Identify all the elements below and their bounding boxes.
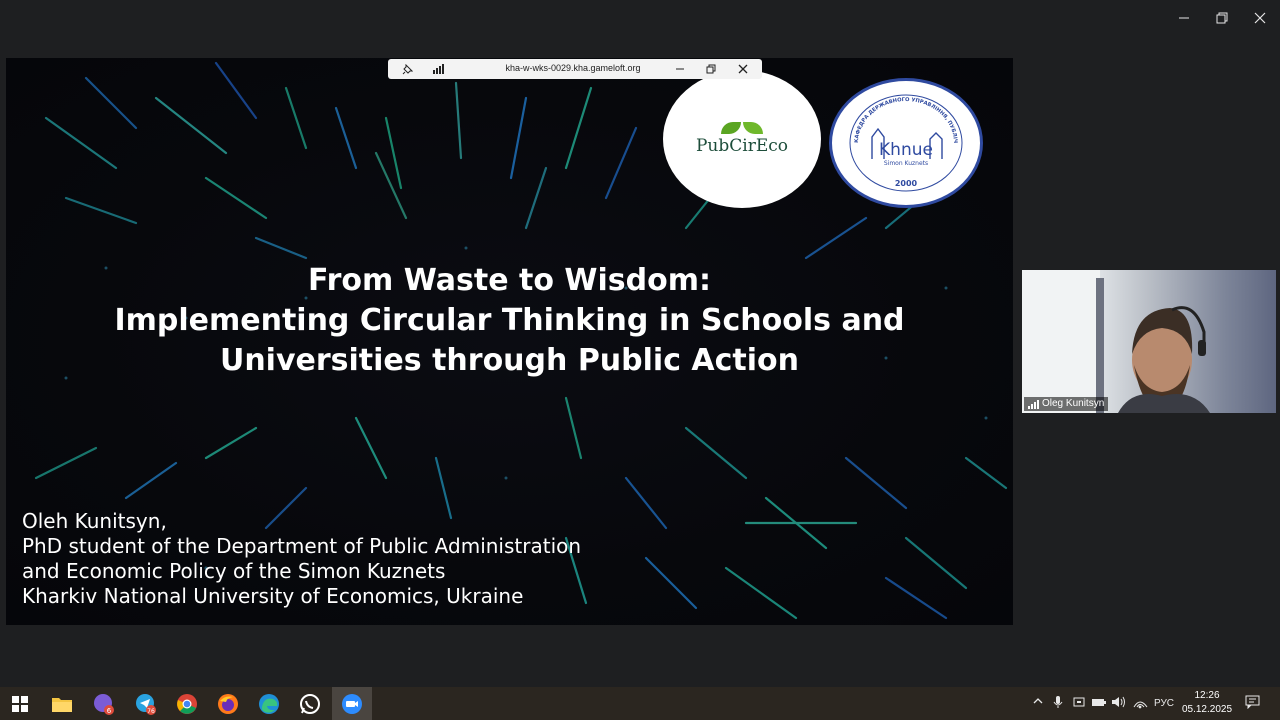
author-info: Oleh Kunitsyn, PhD student of the Depart… xyxy=(22,509,581,609)
telegram-icon: 76 xyxy=(136,694,156,715)
tray-battery[interactable] xyxy=(1091,695,1107,712)
shared-screen: PubCirEco КАФЕДРА ДЕРЖАВНОГО УПРАВЛІННЯ,… xyxy=(6,58,1013,625)
taskbar-zoom[interactable] xyxy=(339,691,365,717)
tray-microphone[interactable] xyxy=(1052,695,1064,712)
screen-share-toolbar: kha-w-wks-0029.kha.gameloft.org xyxy=(388,59,762,79)
taskbar-telegram[interactable]: 76 xyxy=(133,691,159,717)
window-minimize-button[interactable] xyxy=(1172,6,1196,30)
pin-icon xyxy=(402,63,413,74)
viber-badge: 6 xyxy=(107,707,112,715)
microphone-icon xyxy=(1053,696,1063,708)
window-close-button[interactable] xyxy=(1248,6,1272,30)
clock-date: 05.12.2025 xyxy=(1181,704,1233,715)
tray-wifi[interactable] xyxy=(1132,695,1148,712)
participant-nameplate: Oleg Kunitsyn xyxy=(1024,397,1109,411)
firefox-icon xyxy=(218,694,238,714)
signal-icon xyxy=(1028,399,1039,409)
language-indicator[interactable]: РУС xyxy=(1154,698,1174,709)
zoom-icon xyxy=(342,694,362,714)
knu-logo-name: Khnue xyxy=(879,140,933,160)
shared-url: kha-w-wks-0029.kha.gameloft.org xyxy=(505,63,641,73)
taskbar-clock[interactable]: 12:26 05.12.2025 xyxy=(1180,689,1234,717)
signal-button[interactable] xyxy=(431,61,447,77)
pubcireco-logo-text: PubCirEco xyxy=(695,136,788,156)
participant-video xyxy=(1022,270,1210,413)
file-explorer-icon xyxy=(52,698,72,712)
volume-icon xyxy=(1112,696,1125,708)
tray-volume[interactable] xyxy=(1111,695,1127,712)
notifications-button[interactable] xyxy=(1245,695,1261,712)
windows-taskbar: 6 76 РУС 12:26 05.12.2025 xyxy=(0,687,1280,720)
knu-logo: КАФЕДРА ДЕРЖАВНОГО УПРАВЛІННЯ, ПУБЛІЧНОГ… xyxy=(829,76,983,208)
clock-time: 12:26 xyxy=(1194,690,1220,701)
share-restore-button[interactable] xyxy=(703,61,719,77)
leaf-icon xyxy=(721,122,763,134)
minimize-icon xyxy=(1179,17,1189,19)
participant-name: Oleg Kunitsyn xyxy=(1042,398,1105,409)
share-close-button[interactable] xyxy=(735,61,751,77)
taskbar-chrome[interactable] xyxy=(174,691,200,717)
slide-title-line: Implementing Circular Thinking in School… xyxy=(114,303,905,338)
chrome-icon xyxy=(177,694,197,714)
author-line: PhD student of the Department of Public … xyxy=(22,534,582,558)
share-minimize-button[interactable] xyxy=(672,61,688,77)
edge-icon xyxy=(259,694,279,714)
knu-logo-year: 2000 xyxy=(895,179,918,188)
restore-icon xyxy=(706,64,716,74)
slide-title: From Waste to Wisdom: Implementing Circu… xyxy=(106,261,913,381)
notification-icon xyxy=(1245,695,1260,710)
start-button[interactable] xyxy=(7,691,33,717)
taskbar-file-explorer[interactable] xyxy=(49,691,75,717)
close-icon xyxy=(1254,12,1266,24)
author-line: Kharkiv National University of Economics… xyxy=(22,584,524,608)
author-line: and Economic Policy of the Simon Kuznets xyxy=(22,559,446,583)
close-icon xyxy=(738,64,748,74)
window-restore-button[interactable] xyxy=(1210,6,1234,30)
viber-icon: 6 xyxy=(94,694,114,715)
taskbar-firefox[interactable] xyxy=(215,691,241,717)
taskbar-whatsapp[interactable] xyxy=(297,691,323,717)
chevron-up-icon xyxy=(1033,698,1043,704)
knu-emblem: КАФЕДРА ДЕРЖАВНОГО УПРАВЛІННЯ, ПУБЛІЧНОГ… xyxy=(829,76,963,192)
slide-title-line: From Waste to Wisdom: xyxy=(308,263,711,298)
telegram-badge: 76 xyxy=(147,708,155,715)
taskbar-viber[interactable]: 6 xyxy=(91,691,117,717)
minimize-icon xyxy=(676,68,684,70)
restore-icon xyxy=(1216,12,1228,24)
whatsapp-icon xyxy=(300,694,320,714)
participant-video-tile[interactable]: Oleg Kunitsyn xyxy=(1022,270,1276,413)
tray-usb[interactable] xyxy=(1072,695,1086,712)
windows-logo-icon xyxy=(12,696,28,712)
slide-title-line: Universities through Public Action xyxy=(219,343,800,378)
tray-expand-button[interactable] xyxy=(1032,695,1044,710)
battery-icon xyxy=(1092,699,1106,706)
knu-logo-subtitle: Simon Kuznets xyxy=(884,160,928,167)
pubcireco-logo: PubCirEco xyxy=(663,70,821,208)
taskbar-edge[interactable] xyxy=(256,691,282,717)
signal-icon xyxy=(433,64,444,74)
usb-device-icon xyxy=(1073,697,1085,707)
wifi-icon xyxy=(1133,701,1148,709)
pin-button[interactable] xyxy=(399,61,415,77)
author-line: Oleh Kunitsyn, xyxy=(22,509,167,533)
